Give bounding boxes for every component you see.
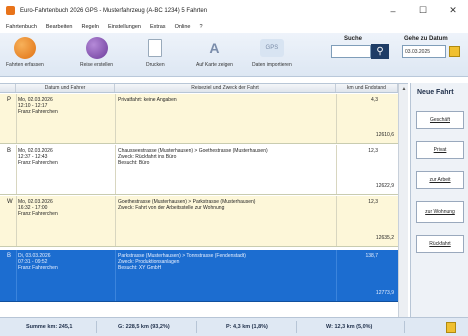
trip-contact: Besucht: XY GmbH (118, 265, 162, 272)
show-map-label: Auf Karte zeigen (196, 62, 233, 68)
goto-date-input[interactable]: 03.03.2025 (402, 45, 446, 58)
table-row[interactable]: B Mo, 02.03.2026 12:37 - 12:43 Franz Fah… (0, 145, 398, 195)
status-commute-km: W: 12,3 km (5,0%) (326, 324, 373, 330)
table-row[interactable]: P Mo, 02.03.2026 12:10 - 12:17 Franz Fah… (0, 94, 398, 144)
trip-type: B (7, 148, 12, 154)
header-type (0, 84, 16, 92)
header-route[interactable]: Reiseziel und Zweck der Fahrt (115, 84, 336, 92)
trip-odometer: 12773,9 (375, 290, 394, 296)
car-add-icon (13, 37, 36, 59)
goto-date-label: Gehe zu Datum (404, 36, 448, 42)
trip-route-cell: Goethestrasse (Musterhausen) > Parkstras… (118, 199, 255, 211)
table-row-selected[interactable]: B Di, 03.03.2026 07:31 - 09:52 Franz Fah… (0, 250, 398, 302)
status-private-km: P: 4,3 km (1,8%) (226, 324, 268, 330)
trip-contact: Besucht: Büro (118, 160, 150, 167)
title-bar: Euro-Fahrtenbuch 2026 GPS - Musterfahrze… (0, 0, 468, 21)
trip-date-cell: Mo, 02.03.2026 16:32 - 17:00 Franz Fahre… (18, 199, 58, 218)
trip-route-cell: Parkstrasse (Musterhausen) > Tonnstrasse… (118, 253, 246, 272)
menu-online[interactable]: Online (175, 24, 191, 30)
vertical-scrollbar[interactable]: ▲ (398, 84, 408, 318)
trip-table: Datum und Fahrer Reiseziel und Zweck der… (0, 83, 408, 318)
menu-extras[interactable]: Extras (150, 24, 166, 30)
menu-einstellungen[interactable]: Einstellungen (108, 24, 141, 30)
return-trip-button[interactable]: Rückfahrt (416, 235, 464, 253)
map-icon: A (209, 40, 220, 56)
trip-driver: Franz Fahrerchen (18, 109, 58, 116)
calendar-icon[interactable] (449, 46, 460, 57)
trip-icon (85, 37, 108, 59)
search-icon: ⚲ (376, 46, 384, 57)
menu-regeln[interactable]: Regeln (82, 24, 99, 30)
record-trips-button[interactable]: Fahrten erfassen (6, 37, 44, 68)
trip-driver: Franz Fahrerchen (18, 160, 58, 167)
status-total-km: Summe km: 245,1 (26, 324, 73, 330)
import-data-label: Daten importieren (252, 62, 292, 68)
trip-km: 4,3 (371, 97, 378, 103)
menu-bearbeiten[interactable]: Bearbeiten (46, 24, 73, 30)
window-title: Euro-Fahrtenbuch 2026 GPS - Musterfahrze… (20, 7, 208, 14)
minimize-button[interactable]: – (378, 0, 408, 21)
menu-bar: Fahrtenbuch Bearbeiten Regeln Einstellun… (0, 21, 468, 33)
table-row[interactable]: W Mo, 02.03.2026 16:32 - 17:00 Franz Fah… (0, 196, 398, 247)
menu-fahrtenbuch[interactable]: Fahrtenbuch (6, 24, 37, 30)
business-trip-button[interactable]: Geschäft (416, 111, 464, 129)
create-trip-label: Reise erstellen (80, 62, 114, 68)
trip-odometer: 12635,2 (375, 235, 394, 241)
import-data-button[interactable]: GPS Daten importieren (252, 37, 292, 68)
trip-route-cell: Privatfahrt: keine Angaben (118, 97, 177, 103)
trip-type: B (7, 253, 12, 259)
create-trip-button[interactable]: Reise erstellen (80, 37, 113, 68)
window-controls: – ☐ ✕ (378, 0, 468, 21)
table-header: Datum und Fahrer Reiseziel und Zweck der… (0, 84, 398, 93)
new-trip-panel: Neue Fahrt Geschäft Privat zur Arbeit zu… (410, 83, 468, 317)
record-trips-label: Fahrten erfassen (6, 62, 44, 68)
menu-help[interactable]: ? (199, 24, 202, 30)
close-button[interactable]: ✕ (438, 0, 468, 21)
status-business-km: G: 228,5 km (93,2%) (118, 324, 170, 330)
search-button[interactable]: ⚲ (371, 44, 389, 59)
to-work-button[interactable]: zur Arbeit (416, 171, 464, 189)
maximize-button[interactable]: ☐ (408, 0, 438, 21)
private-trip-button[interactable]: Privat (416, 141, 464, 159)
trip-odometer: 12622,9 (375, 183, 394, 189)
trip-type: W (7, 199, 13, 205)
header-km[interactable]: km und Endstand (336, 84, 398, 92)
header-date-driver[interactable]: Datum und Fahrer (16, 84, 115, 92)
trip-route-cell: Chausseestrasse (Musterhausen) > Goethes… (118, 148, 268, 167)
trip-driver: Franz Fahrerchen (18, 265, 58, 272)
lock-icon[interactable] (446, 322, 456, 333)
trip-driver: Franz Fahrerchen (18, 211, 58, 218)
toolbar-ribbon: Fahrten erfassen Reise erstellen Drucken… (0, 33, 468, 77)
trip-type: P (7, 97, 12, 103)
trip-km: 12,3 (368, 148, 378, 154)
print-label: Drucken (146, 62, 165, 68)
show-map-button[interactable]: A Auf Karte zeigen (196, 37, 233, 68)
print-button[interactable]: Drucken (146, 37, 165, 68)
trip-km: 138,7 (365, 253, 378, 259)
print-icon (148, 39, 163, 57)
trip-route: Privatfahrt: keine Angaben (118, 97, 177, 103)
trip-odometer: 12610,6 (375, 132, 394, 138)
trip-purpose: Zweck: Fahrt von der Arbeitsstelle zur W… (118, 205, 225, 212)
gps-import-icon: GPS (259, 39, 284, 57)
search-label: Suche (344, 36, 363, 42)
trip-date-cell: Mo, 02.03.2026 12:10 - 12:17 Franz Fahre… (18, 97, 58, 116)
app-icon (6, 6, 15, 15)
trip-date-cell: Di, 03.03.2026 07:31 - 09:52 Franz Fahre… (18, 253, 58, 272)
to-home-button[interactable]: zur Wohnung (416, 201, 464, 223)
status-bar: Summe km: 245,1 G: 228,5 km (93,2%) P: 4… (0, 317, 468, 336)
trip-date-cell: Mo, 02.03.2026 12:37 - 12:43 Franz Fahre… (18, 148, 58, 167)
search-input[interactable] (331, 45, 371, 58)
scroll-up-icon[interactable]: ▲ (399, 84, 409, 93)
new-trip-title: Neue Fahrt (417, 89, 454, 96)
trip-km: 12,3 (368, 199, 378, 205)
